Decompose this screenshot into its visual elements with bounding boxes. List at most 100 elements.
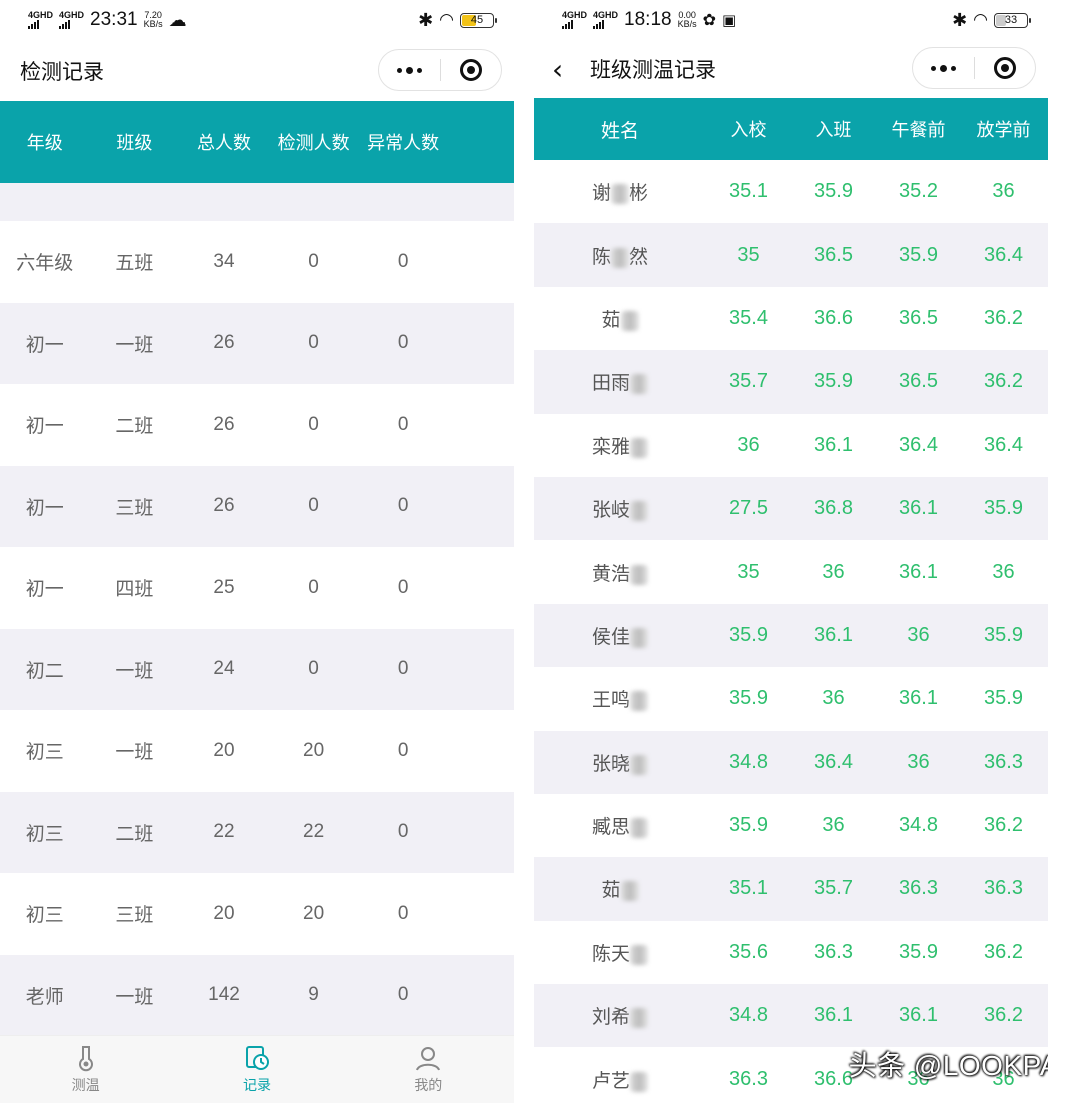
table-cell: 20 xyxy=(303,902,325,924)
temperature-value: 36 xyxy=(907,623,930,646)
name-visible: 茹 xyxy=(601,309,621,331)
table-row[interactable]: 栾雅 36 36.1 36.4 36.4 xyxy=(534,414,1048,477)
student-name: 栾雅 xyxy=(534,432,706,459)
temperature-value: 35.9 xyxy=(984,497,1023,520)
battery-icon: 33 xyxy=(994,12,1031,28)
table-row[interactable]: 臧思 35.9 36 34.8 36.2 xyxy=(534,794,1048,857)
student-name: 茹 xyxy=(534,875,706,902)
column-header: 入班 xyxy=(815,120,852,140)
name-visible: 卢艺 xyxy=(591,1070,630,1092)
table-row[interactable]: 刘希 34.8 36.1 36.1 36.2 xyxy=(534,984,1048,1048)
column-header: 入校 xyxy=(730,120,767,140)
page-title: 班级测温记录 xyxy=(590,59,716,82)
temperature-value: 34.8 xyxy=(729,1004,768,1027)
temperature-table: 谢彬 35.1 35.9 35.2 36 陈然 35 36.5 35.9 36.4 茹 35.4 36.… xyxy=(534,160,1048,1103)
table-row[interactable]: 黄浩 35 36 36.1 36 xyxy=(534,540,1048,603)
name-visible: 彬 xyxy=(629,183,649,205)
temperature-value: 35.9 xyxy=(899,243,938,266)
table-row[interactable]: 初一 四班 25 0 0 xyxy=(0,547,514,629)
name-visible: 陈 xyxy=(591,246,611,268)
network-speed: 0.00 KB/s xyxy=(677,10,697,29)
table-cell: 五班 xyxy=(115,253,154,275)
table-row[interactable]: 陈然 35 36.5 35.9 36.4 xyxy=(534,223,1048,287)
status-bar: 4GHD 4GHD 18:18 0.00 KB/s ✿ ▣ ✱ ◠ 33 xyxy=(534,0,1048,40)
temperature-value: 36.1 xyxy=(899,560,938,583)
name-visible: 黄浩 xyxy=(591,563,630,585)
tab-mine[interactable]: 我的 xyxy=(343,1036,514,1103)
table-row[interactable]: 王鸣 35.9 36 36.1 35.9 xyxy=(534,667,1048,730)
column-header: 姓名 xyxy=(600,120,639,142)
student-name: 田雨 xyxy=(534,368,706,395)
table-row[interactable]: 初三 一班 20 20 0 xyxy=(0,710,514,792)
table-cell: 0 xyxy=(397,495,409,517)
temperature-value: 36.3 xyxy=(984,750,1023,773)
temperature-value: 27.5 xyxy=(729,497,768,520)
table-row[interactable]: 初一 三班 26 0 0 xyxy=(0,465,514,547)
nav-bar: ‹ 班级测温记录 xyxy=(534,44,1048,94)
table-row[interactable]: 侯佳 35.9 36.1 36 35.9 xyxy=(534,603,1048,668)
temperature-value: 35 xyxy=(737,560,760,583)
table-cell: 26 xyxy=(213,413,235,435)
table-cell: 一班 xyxy=(115,742,154,764)
table-cell: 一班 xyxy=(115,334,154,356)
table-header: 年级 班级 总人数 检测人数 异常人数 xyxy=(0,101,514,183)
table-row[interactable]: 初一 一班 26 0 0 xyxy=(0,302,514,384)
column-header: 放学前 xyxy=(976,120,1031,140)
temperature-value: 36.4 xyxy=(984,433,1023,456)
table-row[interactable]: 茹 35.4 36.6 36.5 36.2 xyxy=(534,287,1048,350)
table-row[interactable]: 初三 三班 20 20 0 xyxy=(0,873,514,955)
table-cell: 0 xyxy=(308,332,319,354)
close-target-icon[interactable] xyxy=(975,57,1036,79)
name-visible: 然 xyxy=(629,246,649,268)
temperature-value: 36.2 xyxy=(984,940,1023,963)
wifi-icon: ◠ xyxy=(973,10,988,29)
temperature-value: 35.1 xyxy=(729,877,768,900)
blurred-name xyxy=(630,437,648,458)
temperature-value: 35 xyxy=(737,243,760,266)
table-cell: 初二 xyxy=(25,660,64,682)
back-icon[interactable]: ‹ xyxy=(552,53,582,86)
table-row[interactable]: 老师 一班 142 9 0 xyxy=(0,954,514,1036)
temperature-value: 36.3 xyxy=(899,877,938,900)
table-row[interactable]: 陈天 35.6 36.3 35.9 36.2 xyxy=(534,921,1048,984)
name-visible: 茹 xyxy=(601,880,621,902)
table-cell: 20 xyxy=(213,902,235,924)
table-row[interactable]: 谢彬 35.1 35.9 35.2 36 xyxy=(534,160,1048,223)
table-row[interactable]: 初二 一班 24 0 0 xyxy=(0,628,514,710)
temperature-value: 36 xyxy=(992,180,1015,203)
more-icon[interactable] xyxy=(913,64,974,72)
records-table: 六年级 五班 34 0 0 初一 一班 26 0 0 初一 二班 26 0 0 初一 三班 26 0 0 初一 四班 25 0… xyxy=(0,221,514,1036)
temperature-value: 36.2 xyxy=(984,370,1023,393)
signal-icon: 4GHD xyxy=(562,11,587,29)
student-name: 陈然 xyxy=(534,242,706,269)
table-row[interactable]: 张岐 27.5 36.8 36.1 35.9 xyxy=(534,476,1048,541)
table-cell: 0 xyxy=(397,413,409,435)
table-row[interactable]: 田雨 35.7 35.9 36.5 36.2 xyxy=(534,350,1048,414)
student-name: 张晓 xyxy=(534,749,706,776)
temperature-value: 35.2 xyxy=(899,180,938,203)
table-row[interactable]: 六年级 五班 34 0 0 xyxy=(0,221,514,303)
name-visible: 谢 xyxy=(591,183,611,205)
table-cell: 25 xyxy=(213,576,235,598)
table-cell: 0 xyxy=(397,821,409,843)
table-row[interactable]: 张晓 34.8 36.4 36 36.3 xyxy=(534,730,1048,794)
student-name: 陈天 xyxy=(534,939,706,966)
blurred-name xyxy=(630,501,648,522)
tab-records[interactable]: 记录 xyxy=(171,1036,342,1103)
temperature-value: 36 xyxy=(822,814,845,837)
status-time: 23:31 xyxy=(90,9,138,30)
temperature-value: 36 xyxy=(822,560,845,583)
close-target-icon[interactable] xyxy=(441,59,502,81)
table-row[interactable]: 茹 35.1 35.7 36.3 36.3 xyxy=(534,857,1048,921)
temperature-value: 36.3 xyxy=(814,940,853,963)
temperature-value: 36.5 xyxy=(899,306,938,329)
tab-measure[interactable]: 测温 xyxy=(0,1036,171,1103)
blurred-name xyxy=(630,691,648,712)
blurred-name xyxy=(620,310,639,331)
temperature-value: 35.9 xyxy=(729,623,768,646)
more-icon[interactable] xyxy=(379,66,440,74)
table-row[interactable]: 初三 二班 22 22 0 xyxy=(0,791,514,873)
signal-icon: 4GHD xyxy=(593,11,618,29)
table-row[interactable]: 初一 二班 26 0 0 xyxy=(0,384,514,466)
table-cell: 9 xyxy=(308,984,319,1006)
